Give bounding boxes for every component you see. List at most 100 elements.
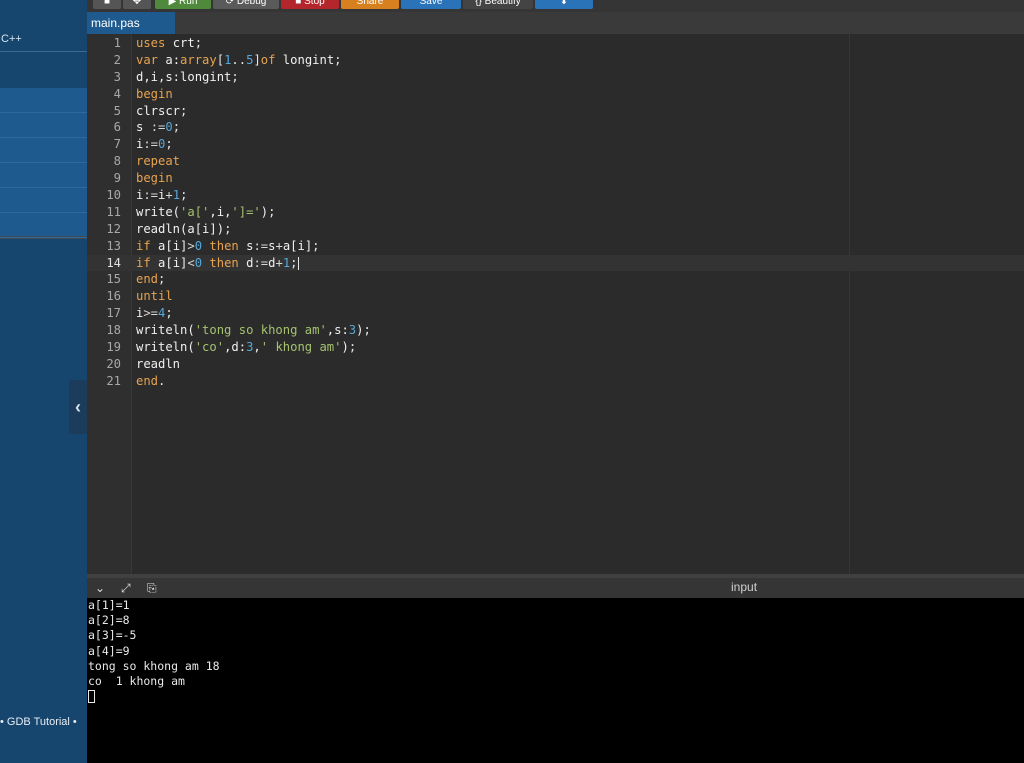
- code-line[interactable]: 9 begin: [87, 170, 1024, 187]
- code-line[interactable]: 10 i:=i+1;: [87, 187, 1024, 204]
- sidebar-menu-item[interactable]: [0, 213, 87, 238]
- code-line[interactable]: 12 readln(a[i]);: [87, 221, 1024, 238]
- code-text: readln(a[i]);: [136, 221, 231, 238]
- tab-main-pas[interactable]: main.pas: [87, 12, 175, 34]
- share-button[interactable]: Share: [341, 0, 399, 9]
- code-token: :=: [150, 120, 166, 135]
- code-token: ;: [363, 323, 371, 338]
- save-button[interactable]: Save: [401, 0, 461, 9]
- code-line[interactable]: 14 if a[i]<0 then d:=d+1;: [87, 254, 1024, 272]
- code-token: ']=': [231, 204, 261, 219]
- code-text: s :=0;: [136, 119, 180, 136]
- code-token: 'tong so khong am': [194, 323, 327, 338]
- line-number: 16: [106, 289, 121, 304]
- code-token: repeat: [136, 154, 181, 169]
- beautify-button[interactable]: {} Beautify: [463, 0, 533, 9]
- code-line[interactable]: 11 write('a[',i,']=');: [87, 204, 1024, 221]
- code-line[interactable]: 2 var a:array[1..5]of longint;: [87, 52, 1024, 69]
- menu-button[interactable]: ■: [93, 0, 121, 9]
- line-number: 21: [106, 373, 121, 388]
- line-number: 18: [106, 323, 121, 338]
- line-number: 13: [106, 238, 121, 253]
- code-token: ;: [231, 69, 239, 84]
- code-token: ;: [348, 340, 357, 355]
- gdb-tutorial-link[interactable]: • GDB Tutorial •: [0, 714, 87, 730]
- code-line[interactable]: 8 repeat: [87, 153, 1024, 170]
- code-line[interactable]: 5 clrscr;: [87, 103, 1024, 120]
- code-token: writeln(: [136, 340, 195, 355]
- code-token: d: [238, 255, 254, 270]
- console-output[interactable]: a[1]=1 a[2]=8 a[3]=-5 a[4]=9 tong so khong a…: [87, 598, 1024, 763]
- code-token: end: [136, 272, 159, 287]
- code-line[interactable]: 13 if a[i]>0 then s:=s+a[i];: [87, 238, 1024, 255]
- code-line[interactable]: 6s :=0;: [87, 119, 1024, 136]
- move-button[interactable]: ✥: [123, 0, 151, 9]
- code-text: if a[i]<0 then d:=d+1;: [136, 255, 299, 272]
- code-line[interactable]: 15 end;: [87, 271, 1024, 288]
- toolbar: ■ ✥ ▶ Run ⟳ Debug ■ Stop Share Save {} B…: [87, 0, 1024, 12]
- code-token: a[i]: [282, 238, 313, 253]
- download-button[interactable]: ⬇: [535, 0, 593, 9]
- code-text: writeln('tong so khong am',s:3);: [136, 322, 371, 339]
- code-token: a:: [158, 52, 181, 67]
- sidebar-menu-item[interactable]: [0, 188, 87, 213]
- code-token: uses: [136, 36, 166, 50]
- code-token: ,i,: [209, 204, 232, 219]
- code-line[interactable]: 4 begin: [87, 86, 1024, 103]
- code-token: ): [260, 204, 269, 219]
- code-token: ;: [268, 204, 276, 219]
- code-line[interactable]: 21 end.: [87, 373, 1024, 390]
- code-line[interactable]: 19 writeln('co',d:3,' khong am');: [87, 339, 1024, 356]
- line-number: 5: [113, 103, 121, 118]
- code-token: ,: [253, 340, 261, 355]
- run-button[interactable]: ▶ Run: [155, 0, 211, 9]
- code-token: ,s:: [326, 323, 349, 338]
- code-line[interactable]: 1 uses crt;: [87, 35, 1024, 52]
- code-token: [: [216, 52, 225, 67]
- code-token: +: [275, 255, 283, 270]
- code-line[interactable]: 17 i>=4;: [87, 305, 1024, 322]
- code-token: s: [136, 120, 151, 135]
- code-token: ;: [290, 255, 298, 270]
- code-text: repeat: [136, 153, 180, 170]
- sidebar-language-label[interactable]: C++: [0, 28, 88, 50]
- copy-icon[interactable]: ⎘: [147, 581, 157, 596]
- code-token: +: [165, 188, 173, 203]
- chevron-down-icon[interactable]: ⌄: [95, 581, 105, 595]
- line-number: 11: [106, 204, 121, 219]
- code-token: :=: [143, 188, 159, 203]
- line-number: 4: [113, 86, 121, 101]
- code-token: ]: [253, 52, 261, 67]
- code-token: ;: [180, 188, 188, 203]
- code-token: begin: [136, 171, 173, 186]
- code-token: ;: [165, 306, 173, 321]
- line-number: 8: [113, 154, 121, 169]
- chevron-left-icon: ‹: [75, 396, 81, 417]
- stop-button[interactable]: ■ Stop: [281, 0, 339, 9]
- console-line: a[2]=8: [88, 613, 130, 628]
- sidebar-menu-item[interactable]: [0, 163, 87, 188]
- code-line[interactable]: 7 i:=0;: [87, 136, 1024, 153]
- line-number: 7: [113, 137, 121, 152]
- sidebar-menu-item[interactable]: [0, 138, 87, 163]
- code-line[interactable]: 20 readln: [87, 356, 1024, 373]
- code-token: writeln(: [136, 323, 195, 338]
- code-editor[interactable]: 1 uses crt; 2 var a:array[1..5]of longint; 3…: [87, 34, 1024, 574]
- expand-icon[interactable]: ⤢: [121, 581, 131, 596]
- code-token: array: [180, 52, 217, 67]
- code-text: if a[i]>0 then s:=s+a[i];: [136, 238, 320, 255]
- code-token: ;: [158, 272, 166, 287]
- sidebar-menu-item[interactable]: [0, 88, 87, 113]
- sidebar-menu-item[interactable]: [0, 113, 87, 138]
- console-line: a[3]=-5: [88, 628, 137, 643]
- sidebar-collapse-button[interactable]: ‹: [69, 380, 87, 434]
- code-line[interactable]: 18 writeln('tong so khong am',s:3);: [87, 322, 1024, 339]
- tab-bar: main.pas: [87, 12, 1024, 34]
- debug-button[interactable]: ⟳ Debug: [213, 0, 279, 9]
- code-token: 1: [172, 188, 181, 203]
- code-token: 0: [194, 255, 203, 270]
- code-line[interactable]: 3 d,i,s:longint;: [87, 69, 1024, 86]
- code-token: d,i,s:longint: [136, 69, 232, 84]
- code-area[interactable]: 1 uses crt; 2 var a:array[1..5]of longint; 3…: [87, 35, 1024, 390]
- code-line[interactable]: 16 until: [87, 288, 1024, 305]
